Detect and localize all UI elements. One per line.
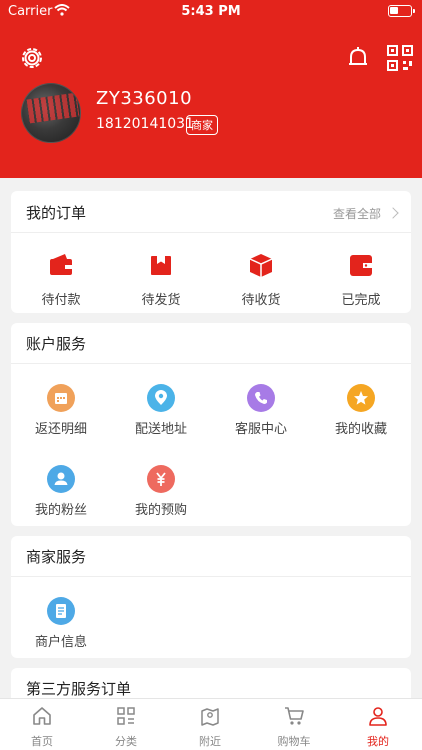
qr-code-icon[interactable]: [386, 44, 414, 72]
tab-mine[interactable]: 我的: [336, 705, 420, 749]
profile-header: Carrier 5:43 PM ZY336010 18120141031 商家: [0, 0, 422, 178]
service-label: 返还明细: [34, 422, 87, 437]
merchant-services-title: 商家服务: [26, 548, 87, 566]
chevron-right-icon: [387, 207, 399, 219]
orders-title: 我的订单: [26, 204, 87, 222]
order-completed[interactable]: 已完成: [311, 251, 411, 308]
wallet-icon: [50, 254, 72, 275]
avatar[interactable]: [21, 83, 81, 143]
divider: [11, 232, 411, 233]
service-label: 我的粉丝: [34, 503, 87, 518]
tab-cart[interactable]: 购物车: [252, 705, 336, 749]
order-pending-receipt[interactable]: 待收货: [211, 251, 311, 308]
username: ZY336010: [96, 88, 193, 109]
box-icon: [249, 254, 273, 277]
service-label: 配送地址: [134, 422, 187, 437]
fans-entry[interactable]: 我的粉丝: [11, 465, 111, 518]
phone-number: 18120141031: [96, 116, 194, 132]
notification-bell-icon[interactable]: [344, 44, 372, 72]
order-status-label: 已完成: [341, 293, 381, 308]
service-label: 商户信息: [34, 635, 87, 650]
divider: [11, 363, 411, 364]
home-icon: [33, 707, 51, 725]
tab-home[interactable]: 首页: [0, 705, 84, 749]
document-icon: [47, 597, 75, 625]
package-icon: [151, 256, 171, 275]
star-icon: [347, 384, 375, 412]
category-icon: [117, 707, 135, 725]
phone-icon: [247, 384, 275, 412]
view-all-label: 查看全部: [332, 207, 381, 221]
tab-label: 我的: [367, 735, 389, 748]
status-bar: Carrier 5:43 PM: [0, 0, 422, 24]
service-label: 我的收藏: [334, 422, 387, 437]
yen-icon: [147, 465, 175, 493]
calendar-icon: [47, 384, 75, 412]
divider: [11, 576, 411, 577]
refund-details-entry[interactable]: 返还明细: [11, 384, 111, 437]
tab-label: 购物车: [277, 735, 311, 748]
merchant-badge: 商家: [186, 115, 218, 135]
order-pending-shipment[interactable]: 待发货: [111, 251, 211, 308]
merchant-services-card: 商家服务 商户信息: [11, 536, 411, 658]
battery-icon: [388, 5, 415, 17]
delivery-address-entry[interactable]: 配送地址: [111, 384, 211, 437]
tab-label: 附近: [199, 735, 221, 748]
favorites-entry[interactable]: 我的收藏: [311, 384, 411, 437]
customer-service-entry[interactable]: 客服中心: [211, 384, 311, 437]
map-icon: [201, 708, 219, 726]
view-all-orders-link[interactable]: 查看全部: [332, 205, 399, 222]
order-status-label: 待付款: [41, 293, 81, 308]
tab-label: 分类: [115, 735, 137, 748]
tab-category[interactable]: 分类: [84, 705, 168, 749]
cart-icon: [285, 707, 304, 725]
order-status-label: 待发货: [141, 293, 181, 308]
fans-icon: [47, 465, 75, 493]
wallet-done-icon: [350, 255, 372, 276]
account-services-card: 账户服务 返还明细 配送地址 客服中心 我的收藏 我的粉丝 我的预购: [11, 323, 411, 526]
settings-gear-icon[interactable]: [18, 44, 46, 72]
order-status-label: 待收货: [241, 293, 281, 308]
location-icon: [147, 384, 175, 412]
orders-card: 我的订单 查看全部 待付款 待发货 待收货 已完成: [11, 191, 411, 313]
tab-nearby[interactable]: 附近: [168, 705, 252, 749]
merchant-info-entry[interactable]: 商户信息: [11, 597, 111, 650]
clock: 5:43 PM: [181, 4, 241, 19]
order-pending-payment[interactable]: 待付款: [11, 251, 111, 308]
bottom-tab-bar: 首页 分类 附近 购物车 我的: [0, 698, 422, 750]
tab-label: 首页: [31, 735, 53, 748]
third-party-orders-title: 第三方服务订单: [26, 680, 132, 698]
service-label: 我的预购: [134, 503, 187, 518]
preorder-entry[interactable]: 我的预购: [111, 465, 211, 518]
service-label: 客服中心: [234, 422, 287, 437]
user-icon: [369, 707, 387, 726]
account-services-title: 账户服务: [26, 335, 87, 353]
